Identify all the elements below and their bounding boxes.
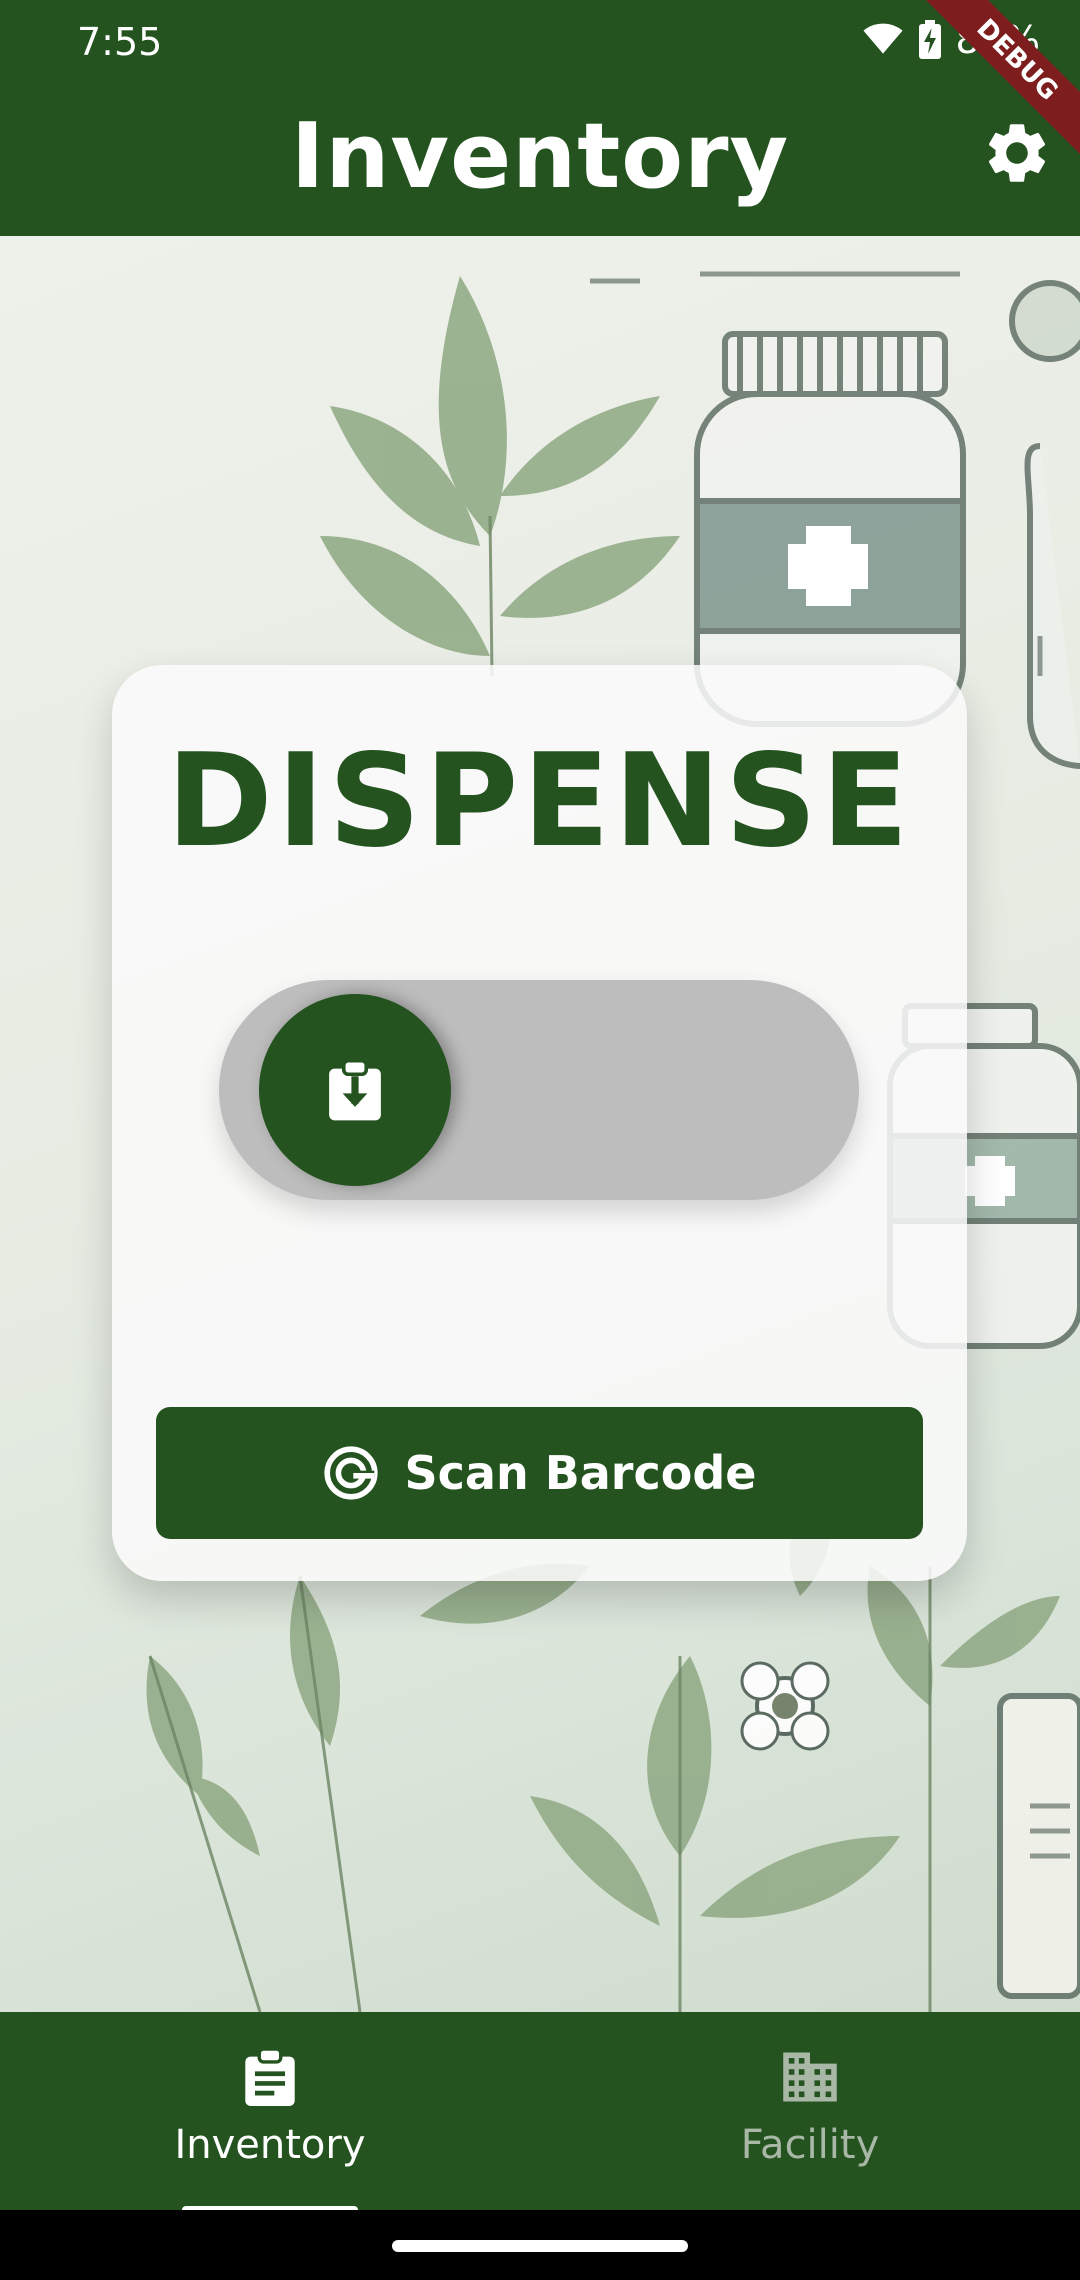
nav-item-inventory[interactable]: Inventory — [0, 2012, 540, 2210]
scan-button-label: Scan Barcode — [404, 1446, 757, 1500]
battery-charging-icon — [918, 20, 941, 59]
settings-button[interactable] — [978, 114, 1056, 192]
nav-label-inventory: Inventory — [174, 2122, 366, 2168]
dispense-slider[interactable] — [219, 980, 859, 1200]
building-icon — [783, 2052, 837, 2102]
clipboard-download-icon — [329, 1059, 381, 1121]
card-title: DISPENSE — [166, 727, 913, 876]
wifi-icon — [862, 23, 903, 54]
scan-barcode-button[interactable]: Scan Barcode — [156, 1407, 923, 1539]
nav-label-facility: Facility — [740, 2122, 880, 2168]
app-bar: Inventory — [0, 84, 1080, 236]
clipboard-icon — [245, 2048, 295, 2106]
gesture-navigation-bar — [0, 2210, 1080, 2280]
status-time: 7:55 — [77, 20, 163, 64]
target-scan-icon — [323, 1446, 378, 1500]
dispense-card: DISPENSE Scan Barcode — [112, 665, 967, 1581]
home-gesture-handle[interactable] — [392, 2240, 688, 2252]
status-bar: 7:55 86% — [0, 0, 1080, 84]
slider-thumb[interactable] — [259, 994, 451, 1186]
page-title: Inventory — [290, 104, 790, 209]
gear-icon — [988, 124, 1046, 182]
bottom-navigation: Inventory Facility — [0, 2012, 1080, 2214]
nav-item-facility[interactable]: Facility — [540, 2012, 1080, 2210]
